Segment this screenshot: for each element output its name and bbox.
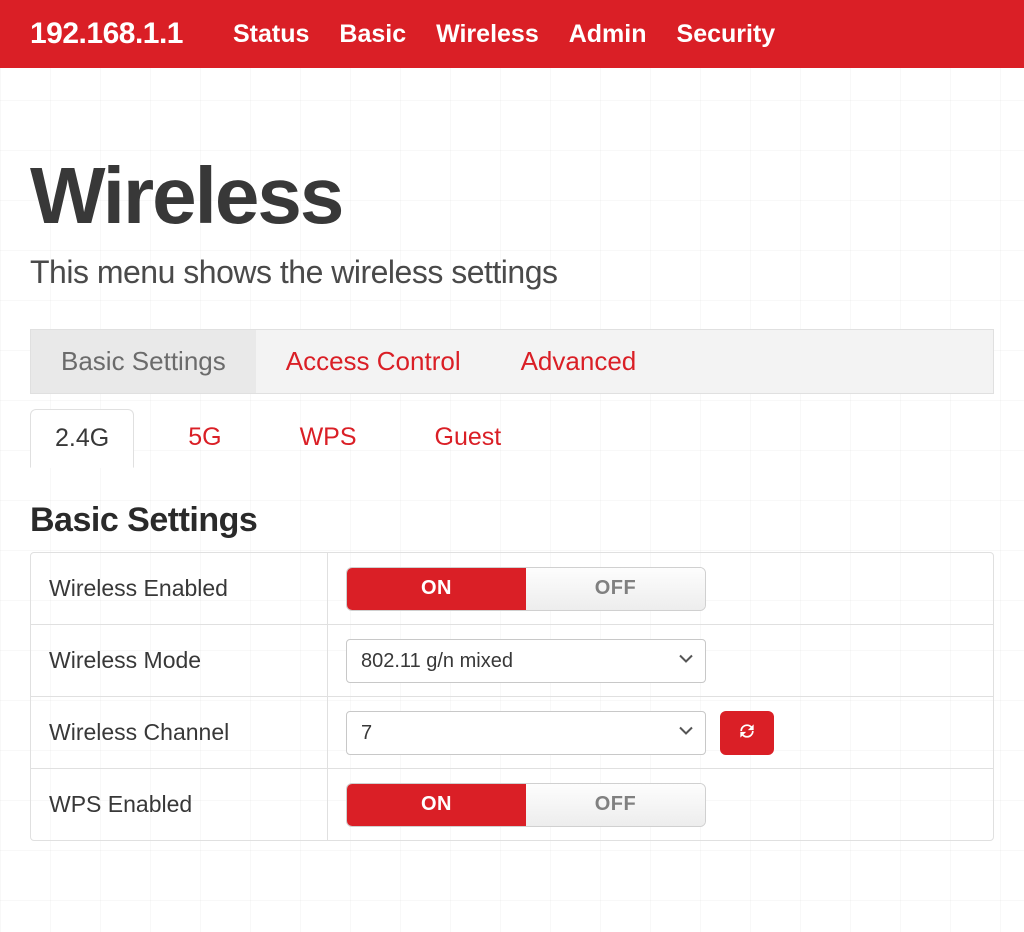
tab-wps[interactable]: WPS [276,409,381,466]
nav-item-security[interactable]: Security [677,20,776,49]
tab-24g[interactable]: 2.4G [30,409,134,468]
navbar: 192.168.1.1 Status Basic Wireless Admin … [0,0,1024,68]
nav-item-wireless[interactable]: Wireless [436,20,539,49]
row-wps-enabled: WPS Enabled ON OFF [31,769,993,840]
select-wireless-channel[interactable]: 7 [346,711,706,755]
page-subtitle: This menu shows the wireless settings [30,254,994,291]
row-wireless-mode: Wireless Mode 802.11 g/n mixed [31,625,993,697]
toggle-wireless-enabled-on[interactable]: ON [347,568,526,610]
page-content: Wireless This menu shows the wireless se… [0,68,1024,881]
nav-item-status[interactable]: Status [233,20,309,49]
label-wireless-enabled: Wireless Enabled [31,553,328,624]
control-wps-enabled: ON OFF [328,769,993,840]
tabs-secondary: 2.4G 5G WPS Guest [30,408,994,467]
tabs-primary: Basic Settings Access Control Advanced [30,329,994,394]
settings-table: Wireless Enabled ON OFF Wireless Mode 80… [30,552,994,841]
refresh-channel-button[interactable] [720,711,774,755]
toggle-wireless-enabled-off[interactable]: OFF [526,568,705,610]
label-wps-enabled: WPS Enabled [31,769,328,840]
toggle-wps-enabled-on[interactable]: ON [347,784,526,826]
toggle-wps-enabled-off[interactable]: OFF [526,784,705,826]
label-wireless-channel: Wireless Channel [31,697,328,768]
nav-item-basic[interactable]: Basic [339,20,406,49]
tab-basic-settings[interactable]: Basic Settings [31,330,256,393]
tab-access-control[interactable]: Access Control [256,330,491,393]
label-wireless-mode: Wireless Mode [31,625,328,696]
select-wireless-mode-wrap: 802.11 g/n mixed [346,639,706,683]
section-title: Basic Settings [30,501,994,540]
navbar-brand: 192.168.1.1 [30,17,183,51]
tab-guest[interactable]: Guest [411,409,526,466]
refresh-icon [737,721,757,744]
row-wireless-channel: Wireless Channel 7 [31,697,993,769]
tab-advanced[interactable]: Advanced [491,330,667,393]
tab-5g[interactable]: 5G [164,409,245,466]
control-wireless-enabled: ON OFF [328,553,993,624]
select-wireless-mode[interactable]: 802.11 g/n mixed [346,639,706,683]
toggle-wps-enabled: ON OFF [346,783,706,827]
toggle-wireless-enabled: ON OFF [346,567,706,611]
control-wireless-channel: 7 [328,697,993,768]
row-wireless-enabled: Wireless Enabled ON OFF [31,553,993,625]
select-wireless-channel-wrap: 7 [346,711,706,755]
page-title: Wireless [30,156,994,236]
control-wireless-mode: 802.11 g/n mixed [328,625,993,696]
nav-item-admin[interactable]: Admin [569,20,647,49]
